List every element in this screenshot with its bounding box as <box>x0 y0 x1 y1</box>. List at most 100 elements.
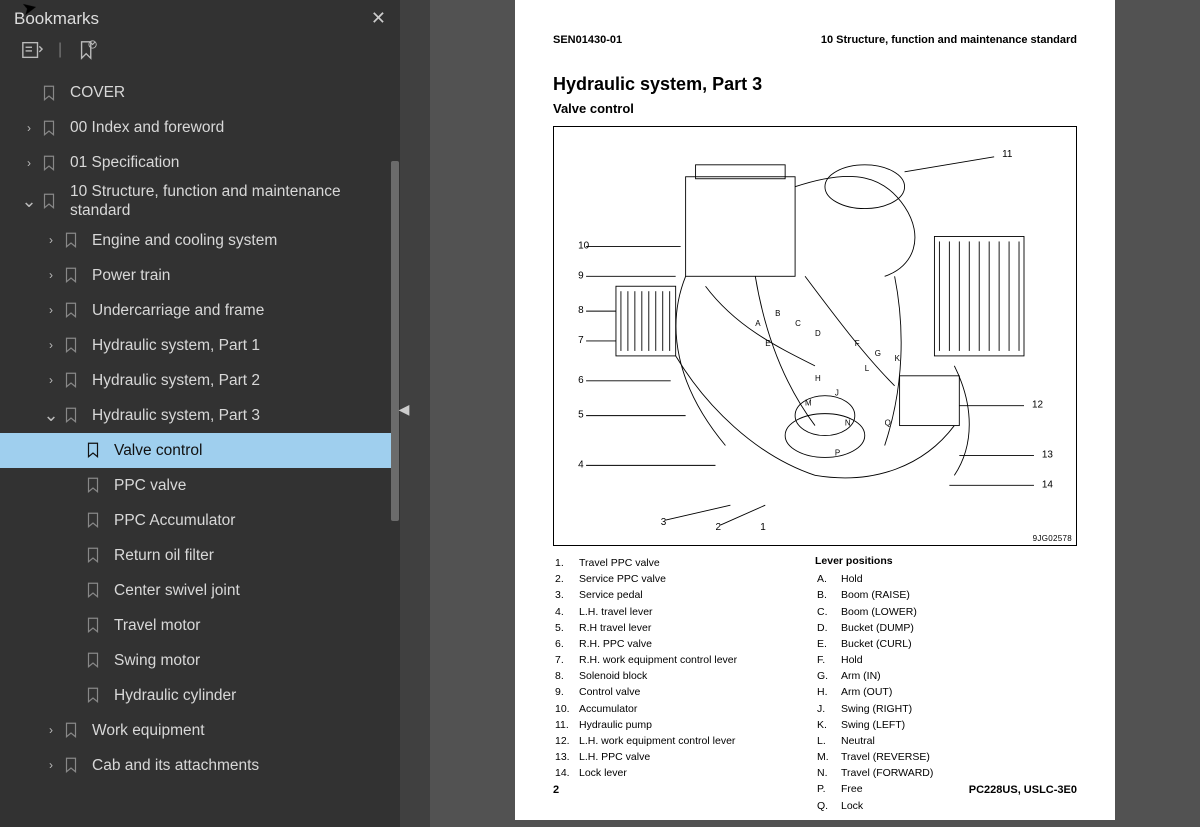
chevron-right-icon[interactable]: › <box>40 373 62 387</box>
bookmark-label: PPC Accumulator <box>114 511 388 530</box>
lever-row: G.Arm (IN) <box>817 669 933 683</box>
chevron-right-icon[interactable]: › <box>40 758 62 772</box>
bookmark-item[interactable]: › 01 Specification <box>0 145 394 180</box>
bookmark-item[interactable]: › Work equipment <box>0 713 394 748</box>
document-viewport[interactable]: SEN01430-01 10 Structure, function and m… <box>430 0 1200 827</box>
part-name: Hydraulic pump <box>579 718 737 732</box>
technical-drawing: 10987654321 11121314 ABC DEF GHJ KNM LPQ <box>554 127 1076 545</box>
lever-row: B.Boom (RAISE) <box>817 588 933 602</box>
part-number: 5. <box>555 621 577 635</box>
bookmark-item[interactable]: ›Cab and its attachments <box>0 748 394 783</box>
close-icon[interactable]: ✕ <box>371 8 386 29</box>
chevron-down-icon[interactable]: ⌄ <box>40 410 62 420</box>
part-number: 14. <box>555 766 577 780</box>
bookmark-label: 10 Structure, function and maintenance s… <box>70 182 388 221</box>
bookmark-item[interactable]: ›Center swivel joint <box>0 573 394 608</box>
parts-row: 13.L.H. PPC valve <box>555 750 737 764</box>
collapse-panel-icon[interactable]: ◀ <box>397 400 411 418</box>
bookmarks-tree-container: ›COVER›00 Index and foreword›01 Specific… <box>0 71 400 827</box>
chevron-right-icon[interactable]: › <box>18 156 40 170</box>
svg-text:L: L <box>865 364 870 373</box>
bookmark-item[interactable]: ›Return oil filter <box>0 538 394 573</box>
page-subtitle: Valve control <box>553 101 1077 116</box>
bookmark-item[interactable]: ›PPC Accumulator <box>0 503 394 538</box>
bookmark-label: Hydraulic system, Part 1 <box>92 336 388 355</box>
lever-row: N.Travel (FORWARD) <box>817 766 933 780</box>
chevron-right-icon[interactable]: › <box>40 303 62 317</box>
bookmark-label: Travel motor <box>114 616 388 635</box>
bookmark-icon <box>62 406 82 424</box>
bookmark-icon <box>40 119 60 137</box>
callout-number: 8 <box>578 305 584 316</box>
new-bookmark-icon[interactable] <box>76 39 100 61</box>
lever-letter: C. <box>817 605 839 619</box>
lever-desc: Bucket (DUMP) <box>841 621 933 635</box>
chevron-right-icon[interactable]: › <box>40 268 62 282</box>
bookmark-item[interactable]: ›Undercarriage and frame <box>0 293 394 328</box>
lever-row: C.Boom (LOWER) <box>817 605 933 619</box>
bookmark-item[interactable]: › Power train <box>0 258 394 293</box>
svg-text:P: P <box>835 448 840 457</box>
parts-row: 5.R.H travel lever <box>555 621 737 635</box>
document-page: SEN01430-01 10 Structure, function and m… <box>515 0 1115 820</box>
chevron-right-icon[interactable]: › <box>40 723 62 737</box>
parts-row: 6.R.H. PPC valve <box>555 637 737 651</box>
lever-desc: Boom (RAISE) <box>841 588 933 602</box>
part-name: R.H. work equipment control lever <box>579 653 737 667</box>
bookmark-item[interactable]: ›00 Index and foreword <box>0 110 394 145</box>
bookmark-item[interactable]: ›Valve control <box>0 433 394 468</box>
lever-row: K.Swing (LEFT) <box>817 718 933 732</box>
lever-desc: Swing (LEFT) <box>841 718 933 732</box>
chevron-down-icon[interactable]: ⌄ <box>18 196 40 206</box>
bookmark-item[interactable]: ›Travel motor <box>0 608 394 643</box>
chevron-right-icon[interactable]: › <box>18 121 40 135</box>
scrollbar-thumb[interactable] <box>391 161 399 521</box>
callout-number: 5 <box>578 410 584 421</box>
callout-number: 6 <box>578 375 584 386</box>
chevron-right-icon[interactable]: › <box>40 338 62 352</box>
bookmark-label: Power train <box>92 266 388 285</box>
bookmark-item[interactable]: ›COVER <box>0 75 394 110</box>
bookmark-item[interactable]: ›PPC valve <box>0 468 394 503</box>
section-title: 10 Structure, function and maintenance s… <box>821 34 1077 46</box>
bookmark-label: 01 Specification <box>70 153 388 172</box>
callout-number: 10 <box>578 240 590 251</box>
bookmark-item[interactable]: › Hydraulic system, Part 1 <box>0 328 394 363</box>
bookmark-item[interactable]: ›Engine and cooling system <box>0 223 394 258</box>
bookmark-item[interactable]: ⌄ 10 Structure, function and maintenance … <box>0 180 394 223</box>
part-name: L.H. PPC valve <box>579 750 737 764</box>
page-title: Hydraulic system, Part 3 <box>553 74 1077 95</box>
bookmark-icon <box>40 154 60 172</box>
bookmark-item[interactable]: ›Hydraulic system, Part 2 <box>0 363 394 398</box>
parts-row: 11.Hydraulic pump <box>555 718 737 732</box>
bookmark-icon <box>84 511 104 529</box>
diagram: 10987654321 11121314 ABC DEF GHJ KNM LPQ… <box>553 126 1077 546</box>
bookmark-icon <box>62 756 82 774</box>
part-name: L.H. travel lever <box>579 605 737 619</box>
bookmark-icon <box>62 721 82 739</box>
svg-text:C: C <box>795 319 801 328</box>
chevron-right-icon[interactable]: › <box>40 233 62 247</box>
bookmark-label: Work equipment <box>92 721 388 740</box>
lever-letter: Q. <box>817 799 839 813</box>
scrollbar[interactable] <box>390 161 400 681</box>
lever-desc: Travel (FORWARD) <box>841 766 933 780</box>
callout-number: 1 <box>760 522 766 533</box>
lever-desc: Boom (LOWER) <box>841 605 933 619</box>
callout-number: 4 <box>578 459 584 470</box>
callout-number: 13 <box>1042 449 1054 460</box>
parts-row: 14.Lock lever <box>555 766 737 780</box>
bookmark-item[interactable]: ⌄Hydraulic system, Part 3 <box>0 398 394 433</box>
lever-desc: Swing (RIGHT) <box>841 702 933 716</box>
panel-divider[interactable]: ◀ <box>400 0 430 827</box>
options-icon[interactable] <box>20 39 44 61</box>
bookmark-item[interactable]: ›Swing motor <box>0 643 394 678</box>
part-name: R.H travel lever <box>579 621 737 635</box>
page-footer: 2 PC228US, USLC-3E0 <box>553 784 1077 796</box>
bookmark-item[interactable]: ›Hydraulic cylinder <box>0 678 394 713</box>
bookmark-icon <box>84 686 104 704</box>
bookmark-icon <box>62 371 82 389</box>
bookmark-icon <box>62 266 82 284</box>
lever-positions: Lever positions A.HoldB.Boom (RAISE)C.Bo… <box>815 554 1077 815</box>
part-number: 1. <box>555 556 577 570</box>
